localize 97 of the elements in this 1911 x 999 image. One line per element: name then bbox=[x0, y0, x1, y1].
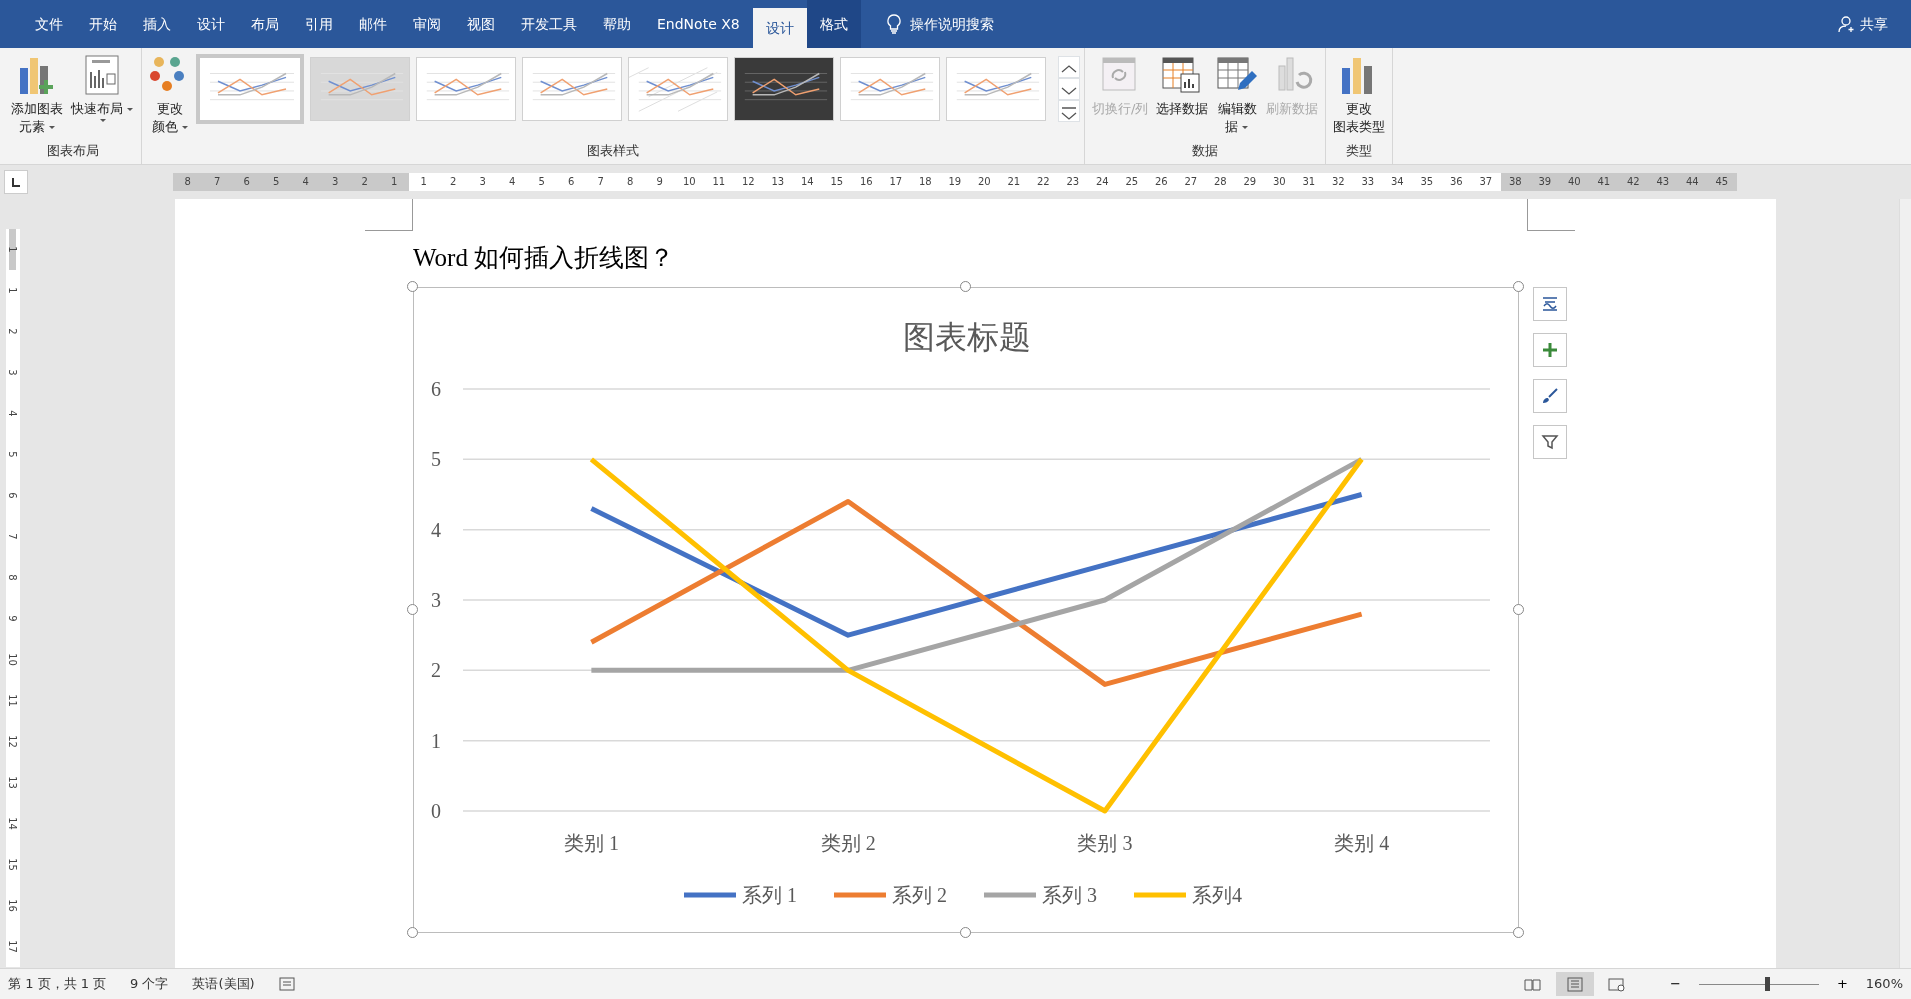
chart-style-thumbnail[interactable] bbox=[310, 57, 410, 121]
resize-handle[interactable] bbox=[960, 280, 971, 292]
gallery-up-button[interactable] bbox=[1058, 56, 1080, 78]
group-label: 图表样式 bbox=[586, 141, 640, 160]
chart-style-thumbnail[interactable] bbox=[416, 57, 516, 121]
read-view-icon bbox=[1524, 977, 1542, 993]
line-chart[interactable]: 图表标题 0 1 2 3 4 5 6 类别 1 类别 2 类别 3 类别 4 系列 1 系列 2 系列 3 系列4 bbox=[413, 286, 1519, 933]
chart-elements-button[interactable] bbox=[1533, 332, 1567, 367]
ribbon-button[interactable]: 选择数据 bbox=[1153, 52, 1212, 120]
resize-handle[interactable] bbox=[407, 926, 418, 938]
ribbon-button[interactable]: 添加图表 元素 bbox=[8, 52, 66, 138]
ribbon-tab[interactable]: 格式 bbox=[806, 0, 861, 48]
category-label: 类别 2 bbox=[820, 831, 876, 854]
ribbon-tab[interactable]: 审阅 bbox=[400, 0, 454, 48]
ribbon-button[interactable]: 更改 颜色 bbox=[146, 52, 194, 138]
crop-mark bbox=[365, 199, 413, 231]
group-label: 图表布局 bbox=[45, 141, 100, 160]
caret-icon bbox=[180, 124, 189, 131]
group-label: 数据 bbox=[1191, 141, 1220, 160]
axis-tick-label: 6 bbox=[431, 377, 441, 400]
resize-handle[interactable] bbox=[407, 603, 418, 615]
chart-style-thumbnail[interactable] bbox=[734, 57, 834, 121]
legend-label: 系列 3 bbox=[1042, 883, 1097, 906]
legend-label: 系列 2 bbox=[892, 883, 947, 906]
vertical-scrollbar[interactable] bbox=[1899, 199, 1911, 968]
zoom-level[interactable]: 160% bbox=[1865, 974, 1903, 994]
ribbon-button[interactable]: 编辑数 据 bbox=[1213, 52, 1262, 138]
print-view-icon bbox=[1566, 977, 1584, 993]
axis-tick-label: 5 bbox=[431, 447, 441, 470]
layout-options-button[interactable] bbox=[1533, 286, 1567, 321]
ribbon-tab[interactable]: 视图 bbox=[454, 0, 508, 48]
chart-style-thumbnail[interactable] bbox=[522, 57, 622, 121]
status-text: 第 1 页，共 1 页 bbox=[8, 975, 107, 994]
group-label: 类型 bbox=[1345, 141, 1374, 160]
web-view-icon bbox=[1608, 977, 1626, 993]
share-button[interactable]: 共享 bbox=[1825, 0, 1901, 48]
ribbon-tab[interactable]: 插入 bbox=[130, 0, 184, 48]
ribbon-button[interactable]: 快速布局 bbox=[68, 52, 137, 126]
macro-icon bbox=[278, 977, 295, 991]
resize-handle[interactable] bbox=[960, 926, 971, 938]
crop-mark bbox=[1527, 199, 1575, 231]
category-label: 类别 1 bbox=[563, 831, 619, 854]
vertical-ruler[interactable]: 1 1 2 3 4 5 6 7 8 9 10 11 12 13 14 15 16 17 bbox=[5, 229, 20, 967]
ribbon-button[interactable]: 更改 图表类型 bbox=[1330, 52, 1389, 138]
lightbulb-icon bbox=[885, 14, 902, 34]
caret-icon bbox=[47, 124, 56, 131]
chart-style-thumbnail[interactable] bbox=[628, 57, 728, 121]
resize-handle[interactable] bbox=[1513, 926, 1524, 938]
zoom-in-button[interactable]: + bbox=[1826, 972, 1858, 996]
category-label: 类别 3 bbox=[1077, 831, 1133, 854]
status-text: 英语(美国) bbox=[192, 975, 255, 994]
ribbon-tab[interactable]: 设计 bbox=[184, 0, 238, 48]
resize-handle[interactable] bbox=[407, 280, 418, 292]
ribbon-tab[interactable]: 邮件 bbox=[346, 0, 400, 48]
axis-tick-label: 0 bbox=[431, 799, 441, 822]
chart-styles-button[interactable] bbox=[1533, 378, 1567, 413]
ribbon-tab[interactable]: 帮助 bbox=[590, 0, 644, 48]
legend-swatch bbox=[684, 892, 736, 897]
legend-swatch bbox=[984, 892, 1036, 897]
brush-icon bbox=[1540, 385, 1560, 406]
caret-icon bbox=[1241, 124, 1250, 131]
caret-icon bbox=[98, 118, 107, 124]
axis-tick-label: 1 bbox=[431, 729, 441, 752]
zoom-out-button[interactable]: − bbox=[1660, 972, 1691, 996]
axis-tick-label: 2 bbox=[431, 658, 441, 681]
chart-style-thumbnail[interactable] bbox=[840, 57, 940, 121]
chart-style-thumbnail[interactable] bbox=[196, 54, 304, 124]
document-heading: Word 如何插入折线图？ bbox=[413, 243, 676, 273]
status-text: 9 个字 bbox=[130, 975, 169, 994]
gallery-more-button[interactable] bbox=[1058, 100, 1080, 122]
category-label: 类别 4 bbox=[1334, 831, 1390, 854]
axis-tick-label: 4 bbox=[431, 518, 441, 541]
legend-swatch bbox=[1134, 892, 1186, 897]
resize-handle[interactable] bbox=[1513, 603, 1524, 615]
gallery-down-button[interactable] bbox=[1058, 78, 1080, 100]
legend-swatch bbox=[834, 892, 886, 897]
zoom-slider-thumb[interactable] bbox=[1765, 977, 1771, 991]
ribbon-tab[interactable]: 开始 bbox=[76, 0, 130, 48]
chart-style-thumbnail[interactable] bbox=[946, 57, 1046, 121]
tab-stop-icon bbox=[11, 177, 21, 187]
ribbon-tab[interactable]: 文件 bbox=[22, 0, 76, 48]
ribbon-tab[interactable]: 设计 bbox=[752, 8, 807, 48]
ribbon-tab[interactable]: 开发工具 bbox=[508, 0, 590, 48]
tell-me-search[interactable]: 操作说明搜索 bbox=[872, 0, 1007, 48]
person-icon bbox=[1838, 15, 1856, 33]
chart-title: 图表标题 bbox=[903, 318, 1031, 355]
legend-label: 系列4 bbox=[1192, 883, 1242, 906]
chart-filters-button[interactable] bbox=[1533, 424, 1567, 459]
ribbon-tab[interactable]: 布局 bbox=[238, 0, 292, 48]
ribbon-tab[interactable]: EndNote X8 bbox=[644, 0, 753, 48]
legend-label: 系列 1 bbox=[742, 883, 797, 906]
resize-handle[interactable] bbox=[1513, 280, 1524, 292]
ribbon-tab[interactable]: 引用 bbox=[292, 0, 346, 48]
axis-tick-label: 3 bbox=[431, 588, 441, 611]
expand-icon bbox=[1059, 105, 1079, 122]
view-button[interactable] bbox=[1556, 972, 1594, 996]
caret-icon bbox=[126, 106, 134, 113]
